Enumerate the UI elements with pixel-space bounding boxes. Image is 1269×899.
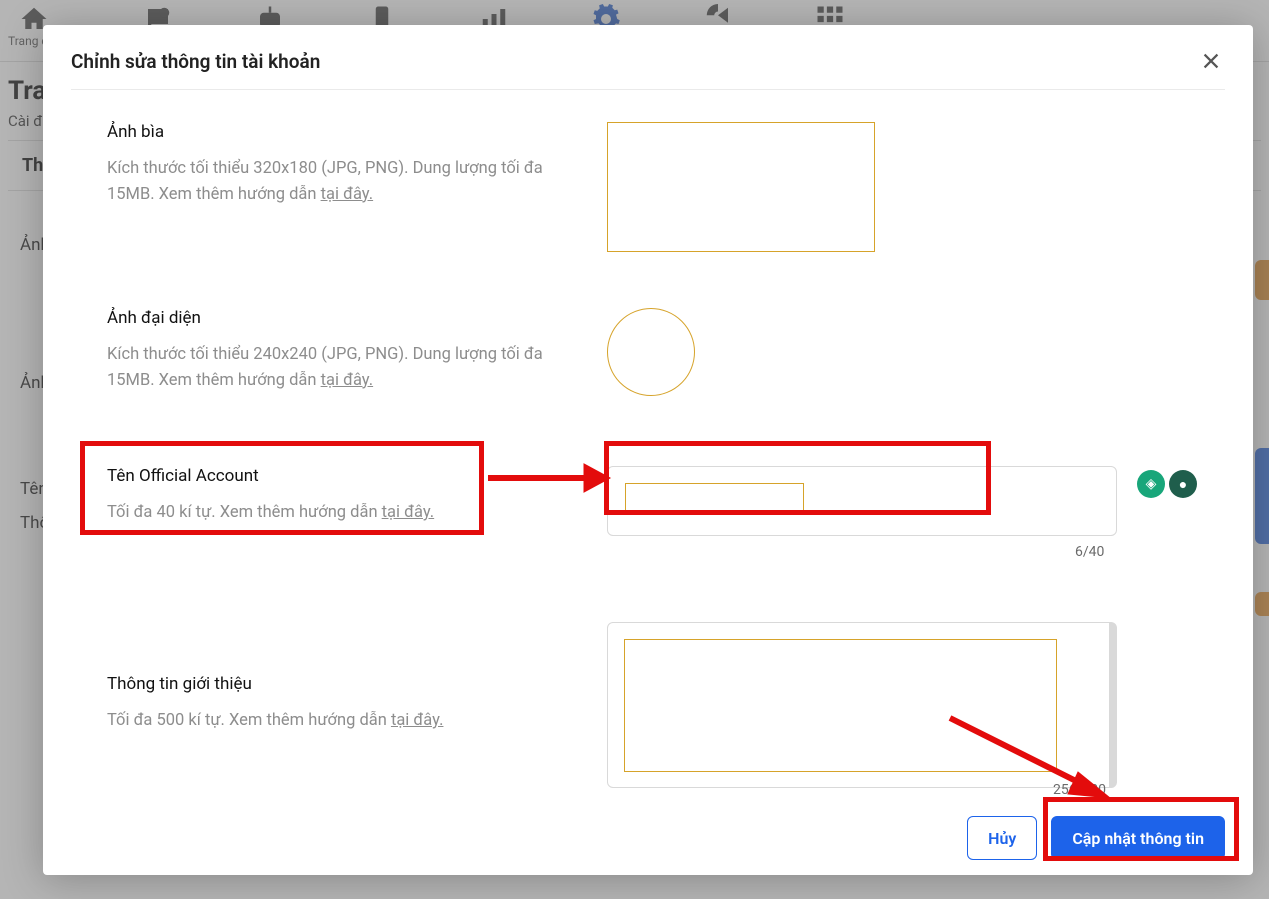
close-button[interactable] (1197, 47, 1225, 75)
row-name: Tên Official Account Tối đa 40 kí tự. Xe… (107, 466, 1225, 536)
name-hint: Tối đa 40 kí tự. Xem thêm hướng dẫn tại … (107, 500, 547, 526)
cancel-button[interactable]: Hủy (967, 816, 1037, 860)
modal-form: Ảnh bìa Kích thước tối thiểu 320x180 (JP… (71, 90, 1225, 860)
avatar-hint-link[interactable]: tại đây. (321, 371, 374, 390)
emoji-chip-1[interactable]: ◈ (1137, 470, 1165, 498)
cover-hint: Kích thước tối thiểu 320x180 (JPG, PNG).… (107, 156, 547, 207)
submit-button[interactable]: Cập nhật thông tin (1051, 816, 1225, 860)
modal-actions: Hủy Cập nhật thông tin (107, 816, 1225, 860)
row-cover: Ảnh bìa Kích thước tối thiểu 320x180 (JP… (107, 122, 1225, 252)
cover-preview[interactable] (607, 122, 875, 252)
cover-label: Ảnh bìa (107, 122, 547, 142)
name-hint-link[interactable]: tại đây. (382, 503, 435, 522)
intro-textarea[interactable]: 256/500 (607, 622, 1117, 788)
avatar-hint: Kích thước tối thiểu 240x240 (JPG, PNG).… (107, 342, 547, 393)
row-intro: Thông tin giới thiệu Tối đa 500 kí tự. X… (107, 622, 1225, 788)
name-label: Tên Official Account (107, 466, 547, 486)
intro-input-highlight (624, 639, 1057, 772)
intro-hint-text: Tối đa 500 kí tự. Xem thêm hướng dẫn (107, 711, 391, 730)
row-avatar: Ảnh đại diện Kích thước tối thiểu 240x24… (107, 308, 1225, 396)
submit-button-label: Cập nhật thông tin (1072, 829, 1204, 848)
edit-account-modal: Chỉnh sửa thông tin tài khoản Ảnh bìa Kí… (43, 25, 1253, 875)
modal-title: Chỉnh sửa thông tin tài khoản (71, 50, 320, 73)
intro-field-wrap: 256/500 (607, 622, 1117, 788)
intro-label: Thông tin giới thiệu (107, 674, 547, 694)
avatar-label: Ảnh đại diện (107, 308, 547, 328)
cover-hint-link[interactable]: tại đây. (321, 185, 374, 204)
modal-header: Chỉnh sửa thông tin tài khoản (71, 47, 1225, 90)
intro-char-counter: 256/500 (1053, 782, 1106, 798)
name-hint-text: Tối đa 40 kí tự. Xem thêm hướng dẫn (107, 503, 382, 522)
cancel-button-label: Hủy (988, 829, 1016, 848)
name-input-highlight (625, 483, 804, 512)
close-icon (1200, 50, 1222, 72)
name-char-counter: 6/40 (1075, 544, 1104, 560)
name-field-wrap: ◈ ● 6/40 (607, 466, 1117, 536)
intro-hint: Tối đa 500 kí tự. Xem thêm hướng dẫn tại… (107, 708, 547, 734)
avatar-preview[interactable] (607, 308, 695, 396)
intro-hint-link[interactable]: tại đây. (391, 711, 444, 730)
emoji-chip-2[interactable]: ● (1169, 470, 1197, 498)
emoji-suggestions: ◈ ● (1137, 470, 1197, 498)
